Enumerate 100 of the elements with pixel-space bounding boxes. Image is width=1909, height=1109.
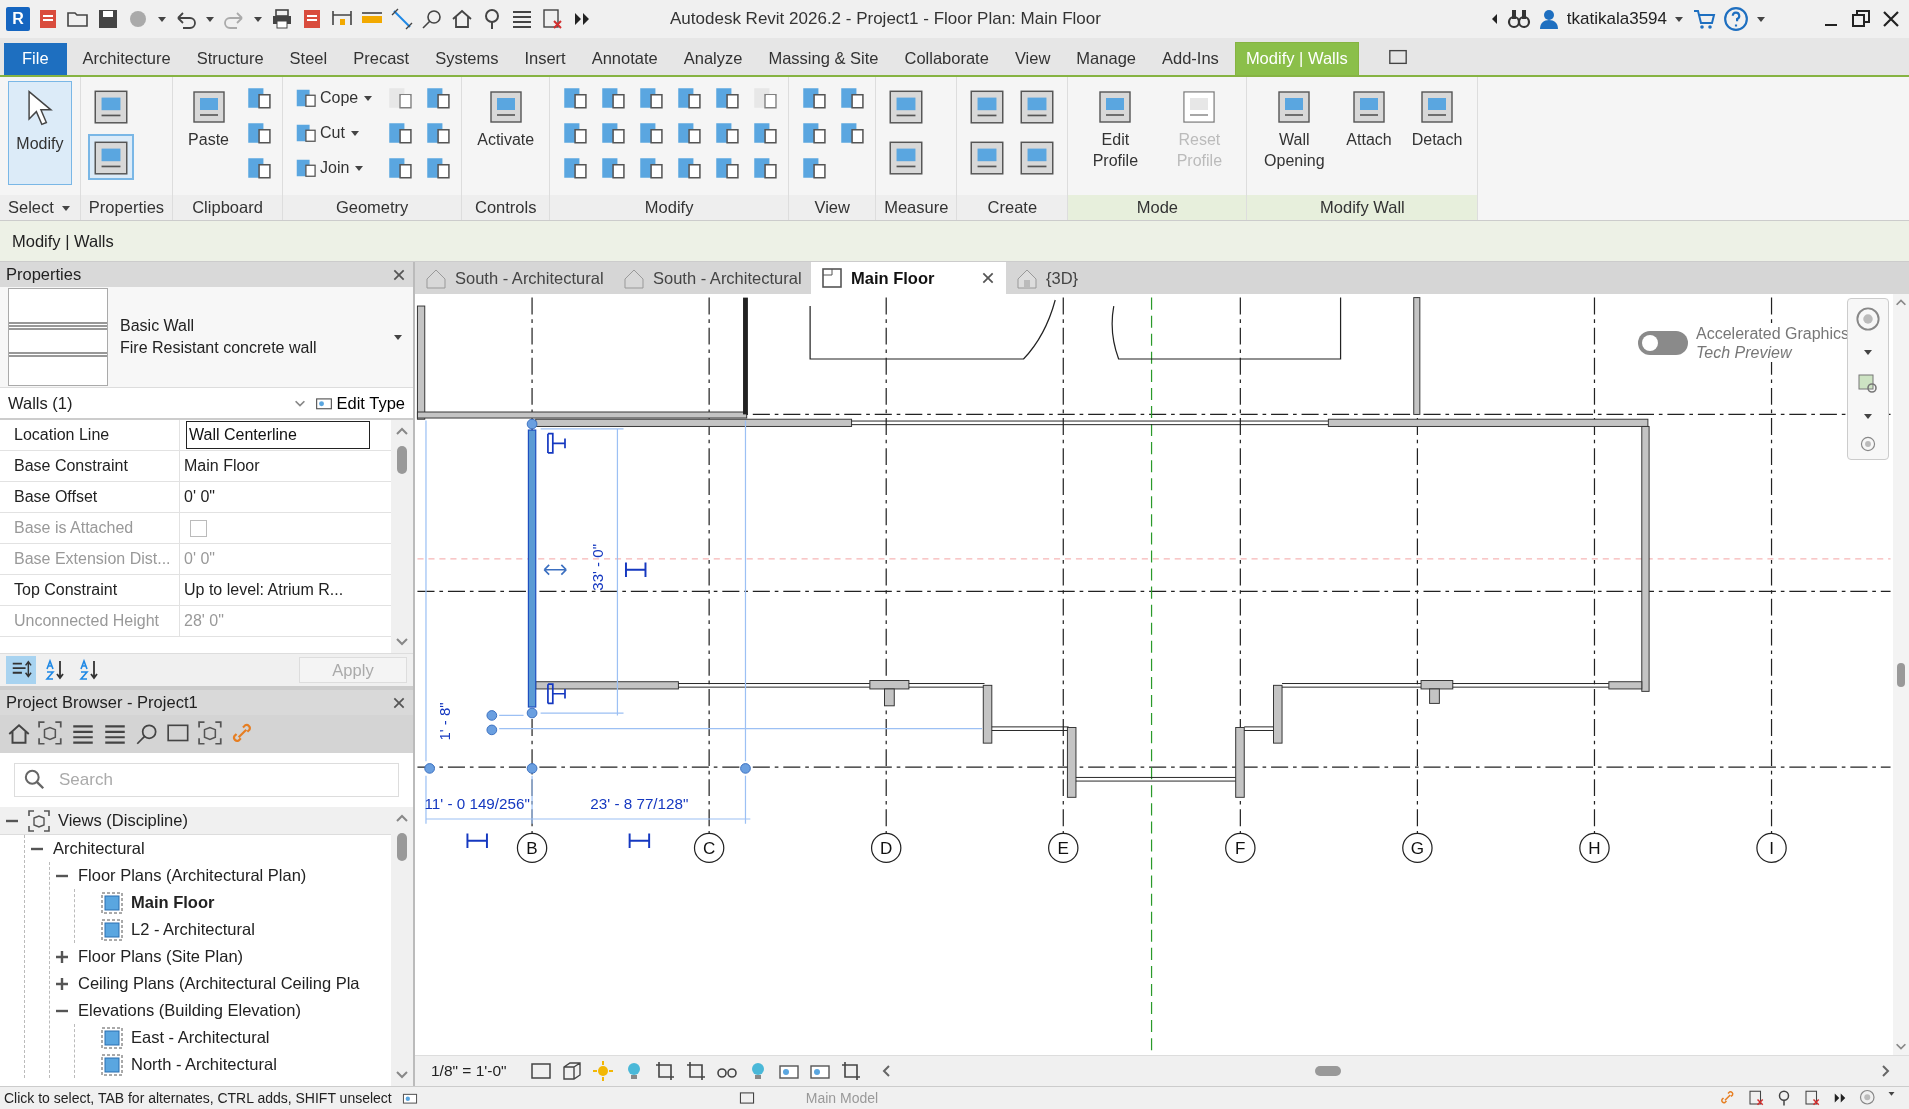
dimension-text[interactable]: 33' - 0"	[588, 544, 606, 591]
tree-item[interactable]: Floor Plans (Architectural Plan)	[78, 866, 307, 885]
double-arrow-icon[interactable]	[543, 564, 568, 576]
ribbon-tab[interactable]: Annotate	[581, 43, 668, 75]
close-views-icon[interactable]	[540, 7, 564, 31]
panel-title[interactable]: Measure	[884, 198, 949, 217]
ribbon-tab[interactable]: Add-Ins	[1152, 43, 1229, 75]
ribbon-button[interactable]: Modify	[8, 81, 72, 185]
view-icon[interactable]	[101, 918, 123, 941]
file-tab[interactable]: File	[4, 43, 67, 75]
flip-control-icon[interactable]	[547, 683, 566, 705]
measure-icon[interactable]	[390, 7, 414, 31]
binoculars-icon[interactable]	[1506, 7, 1531, 31]
grid-bubble[interactable]: G	[1402, 832, 1433, 863]
panel-title[interactable]: Controls	[474, 198, 537, 217]
grid-bubble[interactable]: I	[1756, 832, 1787, 863]
panel-title[interactable]: Properties	[88, 198, 165, 217]
panel-title[interactable]: Clipboard	[192, 198, 263, 217]
panel-title[interactable]: Modify Wall	[1320, 198, 1405, 217]
grid-bubble[interactable]: D	[870, 832, 902, 863]
zoom-icon[interactable]	[1856, 372, 1880, 396]
ribbon-button[interactable]: Detach	[1404, 81, 1470, 185]
ribbon-tab[interactable]: Architecture	[72, 43, 181, 75]
tree-item[interactable]: Architectural	[53, 839, 145, 858]
grid-bubble[interactable]: E	[1048, 832, 1079, 863]
dimension-lock-icon[interactable]	[628, 832, 651, 849]
ribbon-button[interactable]: Cut	[291, 119, 378, 147]
dimension-text[interactable]: 11' - 0 149/256"	[424, 795, 530, 813]
house-icon[interactable]	[6, 721, 32, 747]
grid-bubble[interactable]: C	[693, 832, 725, 863]
printer-icon[interactable]	[270, 7, 294, 31]
crop-region-icon[interactable]	[684, 1060, 707, 1082]
dimension-lock-icon[interactable]	[625, 561, 647, 578]
ribbon-tab[interactable]: View	[1004, 43, 1061, 75]
tree-item[interactable]: L2 - Architectural	[131, 920, 255, 939]
scrollbar-thumb[interactable]	[1897, 662, 1905, 687]
tree-item[interactable]: Floor Plans (Site Plan)	[78, 947, 244, 966]
cart-icon[interactable]	[1691, 7, 1717, 31]
user-name[interactable]: tkatikala3594	[1566, 9, 1667, 29]
ribbon-tab[interactable]: Structure	[186, 43, 274, 75]
tool-icon[interactable]	[88, 135, 133, 179]
view-icon[interactable]	[101, 891, 123, 914]
expand-icon[interactable]	[54, 949, 70, 964]
house-icon[interactable]	[450, 7, 474, 31]
help-icon[interactable]	[1723, 6, 1749, 32]
views-icon[interactable]	[38, 721, 64, 747]
ribbon-tab[interactable]: Collaborate	[894, 43, 999, 75]
tree-item[interactable]: North - Architectural	[131, 1055, 277, 1074]
ribbon-button[interactable]: Paste	[181, 81, 236, 185]
detail-level-icon[interactable]	[529, 1060, 552, 1082]
grid-bubble[interactable]: B	[516, 832, 548, 863]
edit-type-button[interactable]: Edit Type	[314, 393, 405, 413]
tree-item[interactable]: Ceiling Plans (Architectural Ceiling Pla	[78, 974, 360, 993]
toggle-switch[interactable]	[1638, 331, 1689, 356]
grid-bubble[interactable]: F	[1225, 832, 1256, 863]
dimension-text[interactable]: 23' - 8 77/128"	[590, 795, 689, 813]
scrollbar-thumb[interactable]	[397, 446, 407, 474]
panel-title[interactable]: View	[814, 198, 850, 217]
ribbon-tab[interactable]: Steel	[279, 43, 338, 75]
ribbon-tab[interactable]: Analyze	[673, 43, 753, 75]
dimension-lock-icon[interactable]	[466, 832, 488, 849]
view-icon[interactable]	[101, 1053, 123, 1076]
ribbon-button[interactable]: Attach	[1339, 81, 1399, 185]
grid-bubble[interactable]: H	[1579, 832, 1610, 863]
panel-title[interactable]: Select	[8, 198, 54, 217]
instance-filter[interactable]: Walls (1)	[8, 393, 285, 413]
tree-item[interactable]: Elevations (Building Elevation)	[78, 1001, 301, 1020]
ribbon-button[interactable]: Join	[291, 154, 378, 182]
tree-item[interactable]: Main Floor	[131, 893, 215, 912]
sort-category-button[interactable]	[6, 656, 36, 684]
scrollbar-thumb[interactable]	[397, 833, 407, 861]
scrollbar-thumb[interactable]	[1314, 1066, 1341, 1076]
ribbon-tab[interactable]: Manage	[1066, 43, 1146, 75]
crop-icon[interactable]	[653, 1060, 676, 1082]
ribbon-tab[interactable]: Massing & Site	[758, 43, 889, 75]
app-logo[interactable]: R	[6, 7, 30, 31]
panel-title[interactable]: Create	[987, 198, 1038, 217]
visual-style-icon[interactable]	[560, 1060, 583, 1082]
tree-item[interactable]: East - Architectural	[131, 1028, 270, 1047]
panel-title[interactable]: Mode	[1136, 198, 1178, 217]
expand-icon[interactable]	[54, 976, 70, 991]
ribbon-tab[interactable]: Systems	[425, 43, 509, 75]
panel-title[interactable]: Geometry	[335, 198, 409, 217]
ribbon-button[interactable]: Edit Profile	[1076, 81, 1155, 185]
ribbon-button[interactable]: Wall Opening	[1255, 81, 1334, 185]
property-value-field[interactable]: Wall Centerline	[186, 421, 370, 449]
ribbon-tab[interactable]: Insert	[514, 43, 576, 75]
view-tab[interactable]: Main Floor	[811, 262, 1006, 294]
ribbon-button[interactable]: Cope	[291, 84, 378, 112]
property-value[interactable]: Up to level: Atrium R...	[184, 581, 344, 599]
dimension-text[interactable]: 1' - 8"	[436, 702, 454, 741]
save-icon[interactable]	[96, 7, 120, 31]
ribbon-tab[interactable]: Precast	[343, 43, 420, 75]
property-value[interactable]: 0' 0"	[184, 488, 215, 506]
view-icon[interactable]	[101, 1026, 123, 1049]
panel-title[interactable]: Modify	[644, 198, 694, 217]
flip-control-icon[interactable]	[547, 432, 566, 454]
ribbon-button[interactable]: Activate	[470, 81, 542, 185]
search-field[interactable]: Search	[14, 763, 399, 797]
scale-label[interactable]: 1/8" = 1'-0"	[431, 1062, 507, 1080]
